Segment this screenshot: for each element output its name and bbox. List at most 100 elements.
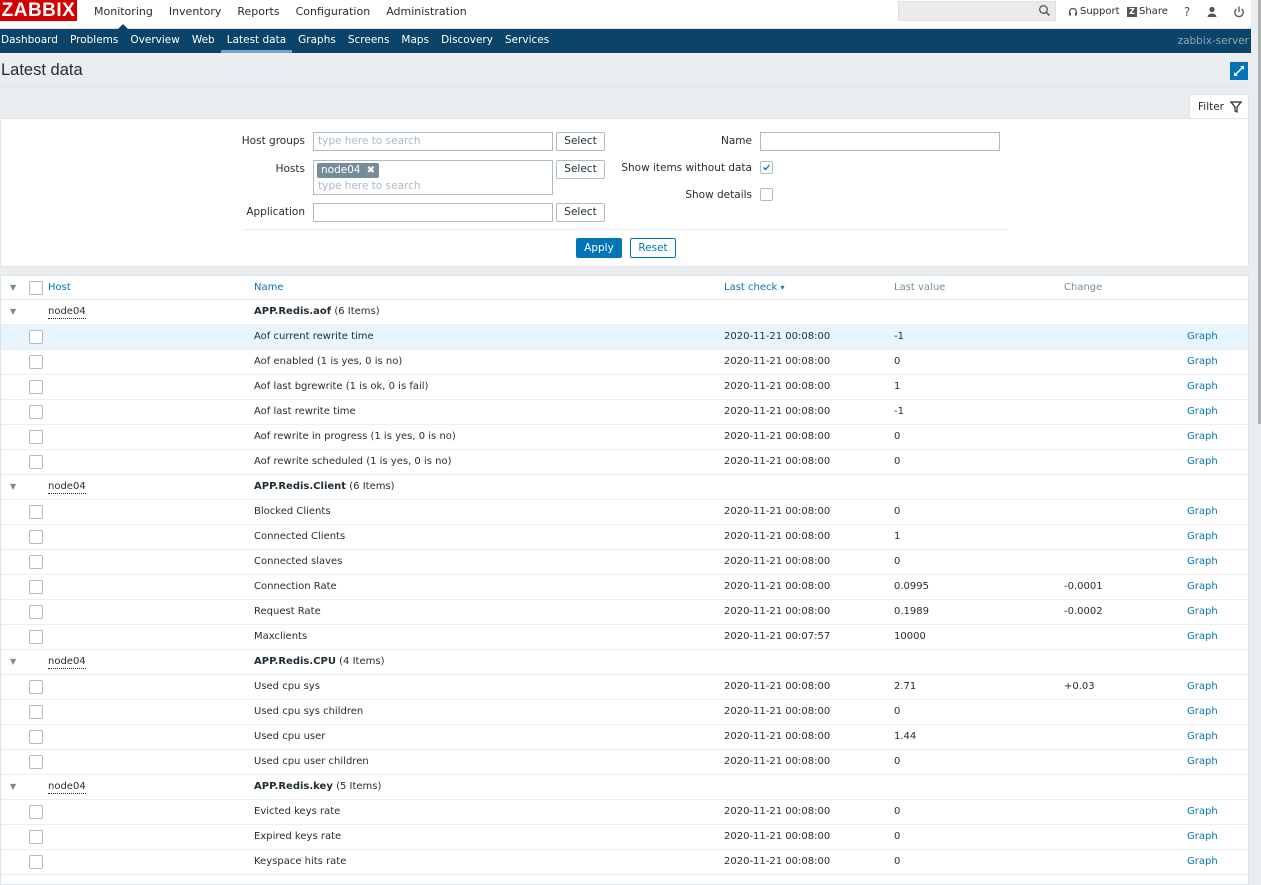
item-checkbox[interactable] <box>29 730 43 744</box>
host-link[interactable]: node04 <box>48 306 86 319</box>
item-checkbox[interactable] <box>29 580 43 594</box>
zabbix-logo[interactable]: ZABBIX <box>0 0 77 21</box>
global-search-input[interactable] <box>898 1 1056 21</box>
host-link[interactable]: node04 <box>48 781 86 794</box>
item-last-check: 2020-11-21 00:08:00 <box>724 531 831 542</box>
support-link[interactable]: Support <box>1068 6 1120 17</box>
item-checkbox[interactable] <box>29 755 43 769</box>
table-row: Used cpu sys 2020-11-21 00:08:00 2.71 +0.03… <box>1 675 1248 700</box>
apply-button[interactable]: Apply <box>576 238 622 258</box>
menu-administration[interactable]: Administration <box>378 0 475 29</box>
item-checkbox[interactable] <box>29 405 43 419</box>
remove-host-icon[interactable]: ✖ <box>367 163 375 178</box>
item-checkbox[interactable] <box>29 830 43 844</box>
item-checkbox[interactable] <box>29 505 43 519</box>
search-icon[interactable] <box>1038 4 1051 17</box>
item-checkbox[interactable] <box>29 705 43 719</box>
item-checkbox[interactable] <box>29 855 43 869</box>
graph-link[interactable]: Graph <box>1187 350 1218 374</box>
host-link[interactable]: node04 <box>48 481 86 494</box>
item-name: Aof enabled (1 is yes, 0 is no) <box>254 356 403 367</box>
subnav-discovery[interactable]: Discovery <box>435 29 499 53</box>
user-profile-icon[interactable] <box>1205 5 1219 19</box>
item-name: Used cpu sys children <box>254 706 364 717</box>
graph-link[interactable]: Graph <box>1187 400 1218 424</box>
subnav-web[interactable]: Web <box>186 29 221 53</box>
subnav-maps[interactable]: Maps <box>395 29 435 53</box>
item-checkbox[interactable] <box>29 430 43 444</box>
host-link[interactable]: node04 <box>48 656 86 669</box>
hosts-multiselect[interactable]: node04 ✖ type here to search <box>313 160 553 195</box>
application-select-button[interactable]: Select <box>556 203 605 222</box>
column-host[interactable]: Host <box>48 276 71 299</box>
subnav-overview[interactable]: Overview <box>124 29 185 53</box>
subnav-services[interactable]: Services <box>499 29 555 53</box>
filter-tab[interactable]: Filter <box>1189 94 1249 119</box>
menu-inventory[interactable]: Inventory <box>161 0 230 29</box>
column-name[interactable]: Name <box>254 276 284 299</box>
fullscreen-button[interactable] <box>1230 62 1248 80</box>
collapse-all-toggle-icon[interactable]: ▼ <box>10 276 16 300</box>
item-checkbox[interactable] <box>29 605 43 619</box>
collapse-group-toggle-icon[interactable]: ▼ <box>10 300 16 324</box>
host-groups-select-button[interactable]: Select <box>556 132 605 151</box>
item-last-check: 2020-11-21 00:08:00 <box>724 581 831 592</box>
item-checkbox[interactable] <box>29 355 43 369</box>
collapse-group-toggle-icon[interactable]: ▼ <box>10 475 16 499</box>
host-groups-input[interactable]: type here to search <box>313 132 553 151</box>
graph-link[interactable]: Graph <box>1187 800 1218 824</box>
graph-link[interactable]: Graph <box>1187 425 1218 449</box>
name-input[interactable] <box>760 132 1000 151</box>
item-checkbox[interactable] <box>29 330 43 344</box>
menu-monitoring[interactable]: Monitoring <box>86 0 161 31</box>
graph-link[interactable]: Graph <box>1187 575 1218 599</box>
item-checkbox[interactable] <box>29 455 43 469</box>
graph-link[interactable]: Graph <box>1187 725 1218 749</box>
select-all-checkbox[interactable] <box>29 281 43 295</box>
sign-out-power-icon[interactable] <box>1232 5 1246 19</box>
collapse-group-toggle-icon[interactable]: ▼ <box>10 650 16 674</box>
graph-link[interactable]: Graph <box>1187 450 1218 474</box>
graph-link[interactable]: Graph <box>1187 825 1218 849</box>
graph-link[interactable]: Graph <box>1187 375 1218 399</box>
item-checkbox[interactable] <box>29 680 43 694</box>
graph-link[interactable]: Graph <box>1187 850 1218 874</box>
subnav-dashboard[interactable]: Dashboard <box>0 29 64 53</box>
table-row: Keyspace hits rate 2020-11-21 00:08:00 0 Gr… <box>1 850 1248 875</box>
column-last-check[interactable]: Last check ▾ <box>724 276 785 299</box>
menu-reports[interactable]: Reports <box>229 0 287 29</box>
collapse-group-toggle-icon[interactable]: ▼ <box>10 775 16 799</box>
graph-link[interactable]: Graph <box>1187 700 1218 724</box>
reset-button[interactable]: Reset <box>630 238 676 258</box>
hosts-search-placeholder[interactable]: type here to search <box>318 178 421 195</box>
subnav-graphs[interactable]: Graphs <box>292 29 342 53</box>
subnav-screens[interactable]: Screens <box>342 29 396 53</box>
item-checkbox[interactable] <box>29 380 43 394</box>
hosts-select-button[interactable]: Select <box>556 160 605 179</box>
graph-link[interactable]: Graph <box>1187 550 1218 574</box>
application-group-row: ▼ node04 APP.Redis.CPU (4 Items) <box>1 650 1248 675</box>
sub-navigation: Dashboard Problems Overview Web Latest d… <box>0 29 1261 53</box>
application-input[interactable] <box>313 203 553 222</box>
item-checkbox[interactable] <box>29 530 43 544</box>
table-row: Evicted keys rate 2020-11-21 00:08:00 0 Gra… <box>1 800 1248 825</box>
subnav-problems[interactable]: Problems <box>64 29 124 53</box>
graph-link[interactable]: Graph <box>1187 525 1218 549</box>
show-details-checkbox[interactable] <box>760 188 773 201</box>
graph-link[interactable]: Graph <box>1187 750 1218 774</box>
graph-link[interactable]: Graph <box>1187 600 1218 624</box>
item-checkbox[interactable] <box>29 805 43 819</box>
share-link[interactable]: Z Share <box>1127 6 1168 17</box>
item-checkbox[interactable] <box>29 555 43 569</box>
item-checkbox[interactable] <box>29 630 43 644</box>
subnav-latest-data[interactable]: Latest data <box>220 29 293 53</box>
graph-link[interactable]: Graph <box>1187 325 1218 349</box>
help-icon[interactable]: ? <box>1180 5 1194 19</box>
graph-link[interactable]: Graph <box>1187 675 1218 699</box>
graph-link[interactable]: Graph <box>1187 625 1218 649</box>
item-last-value: 1 <box>894 531 901 542</box>
graph-link[interactable]: Graph <box>1187 500 1218 524</box>
menu-configuration[interactable]: Configuration <box>288 0 379 29</box>
show-items-without-data-checkbox[interactable] <box>760 161 773 174</box>
headset-icon <box>1068 7 1078 15</box>
